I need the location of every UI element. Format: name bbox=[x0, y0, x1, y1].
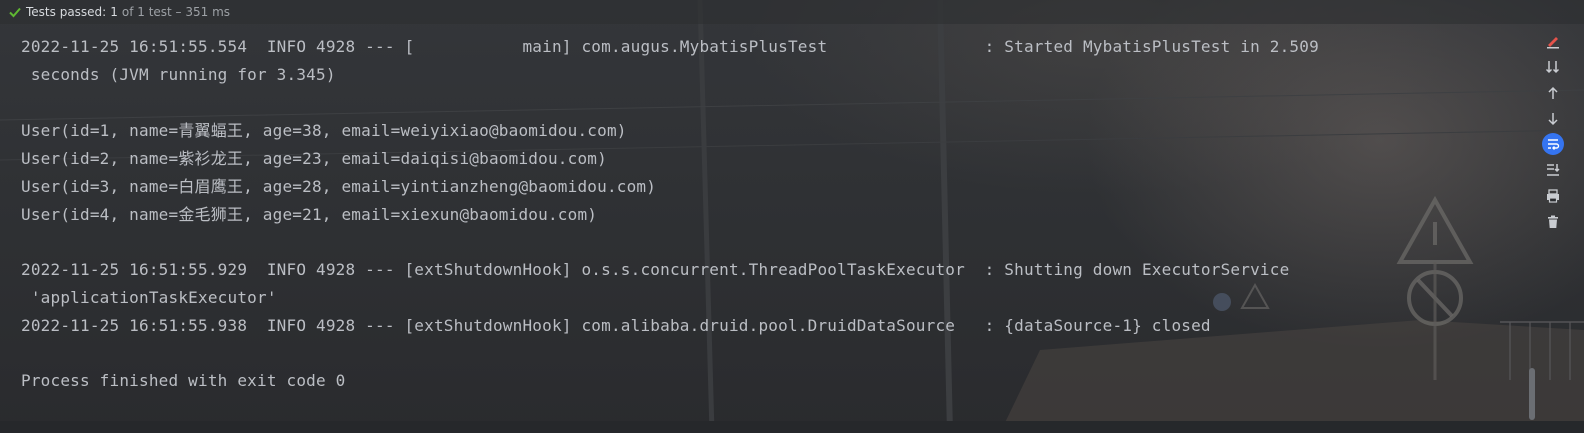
soft-wrap-icon[interactable] bbox=[1542, 133, 1564, 155]
status-label: Tests passed: bbox=[26, 5, 107, 19]
arrow-up-icon[interactable] bbox=[1542, 82, 1564, 104]
console-scrollbar[interactable] bbox=[1529, 368, 1535, 420]
console-toolbar bbox=[1540, 28, 1566, 238]
console-line: 2022-11-25 16:51:55.554 INFO 4928 --- [ … bbox=[21, 37, 1319, 56]
bottom-edge bbox=[0, 421, 1584, 433]
console-line-truncated: ' ' bbox=[21, 24, 80, 34]
console-line: seconds (JVM running for 3.345) bbox=[21, 65, 336, 84]
console-line: 'applicationTaskExecutor' bbox=[21, 288, 277, 307]
console-line: User(id=3, name=白眉鹰王, age=28, email=yint… bbox=[21, 177, 657, 196]
console-line: 2022-11-25 16:51:55.938 INFO 4928 --- [e… bbox=[21, 316, 1211, 335]
status-count: 1 bbox=[110, 5, 118, 19]
print-icon[interactable] bbox=[1542, 185, 1564, 207]
console-line: User(id=4, name=金毛狮王, age=21, email=xiex… bbox=[21, 205, 598, 224]
check-icon bbox=[8, 5, 22, 19]
console-line: User(id=1, name=青翼蝠王, age=38, email=weiy… bbox=[21, 121, 627, 140]
test-status-bar: Tests passed: 1 of 1 test – 351 ms bbox=[0, 0, 1584, 24]
pin-edit-icon[interactable] bbox=[1542, 30, 1564, 52]
console-output[interactable]: ' ' 2022-11-25 16:51:55.554 INFO 4928 --… bbox=[0, 24, 1535, 421]
console-line: Process finished with exit code 0 bbox=[21, 371, 346, 390]
console-line: 2022-11-25 16:51:55.929 INFO 4928 --- [e… bbox=[21, 260, 1290, 279]
sort-down-icon[interactable] bbox=[1542, 56, 1564, 78]
trash-icon[interactable] bbox=[1542, 211, 1564, 233]
status-detail: of 1 test – 351 ms bbox=[121, 5, 231, 19]
scroll-to-end-icon[interactable] bbox=[1542, 159, 1564, 181]
arrow-down-icon[interactable] bbox=[1542, 108, 1564, 130]
console-line: User(id=2, name=紫衫龙王, age=23, email=daiq… bbox=[21, 149, 607, 168]
